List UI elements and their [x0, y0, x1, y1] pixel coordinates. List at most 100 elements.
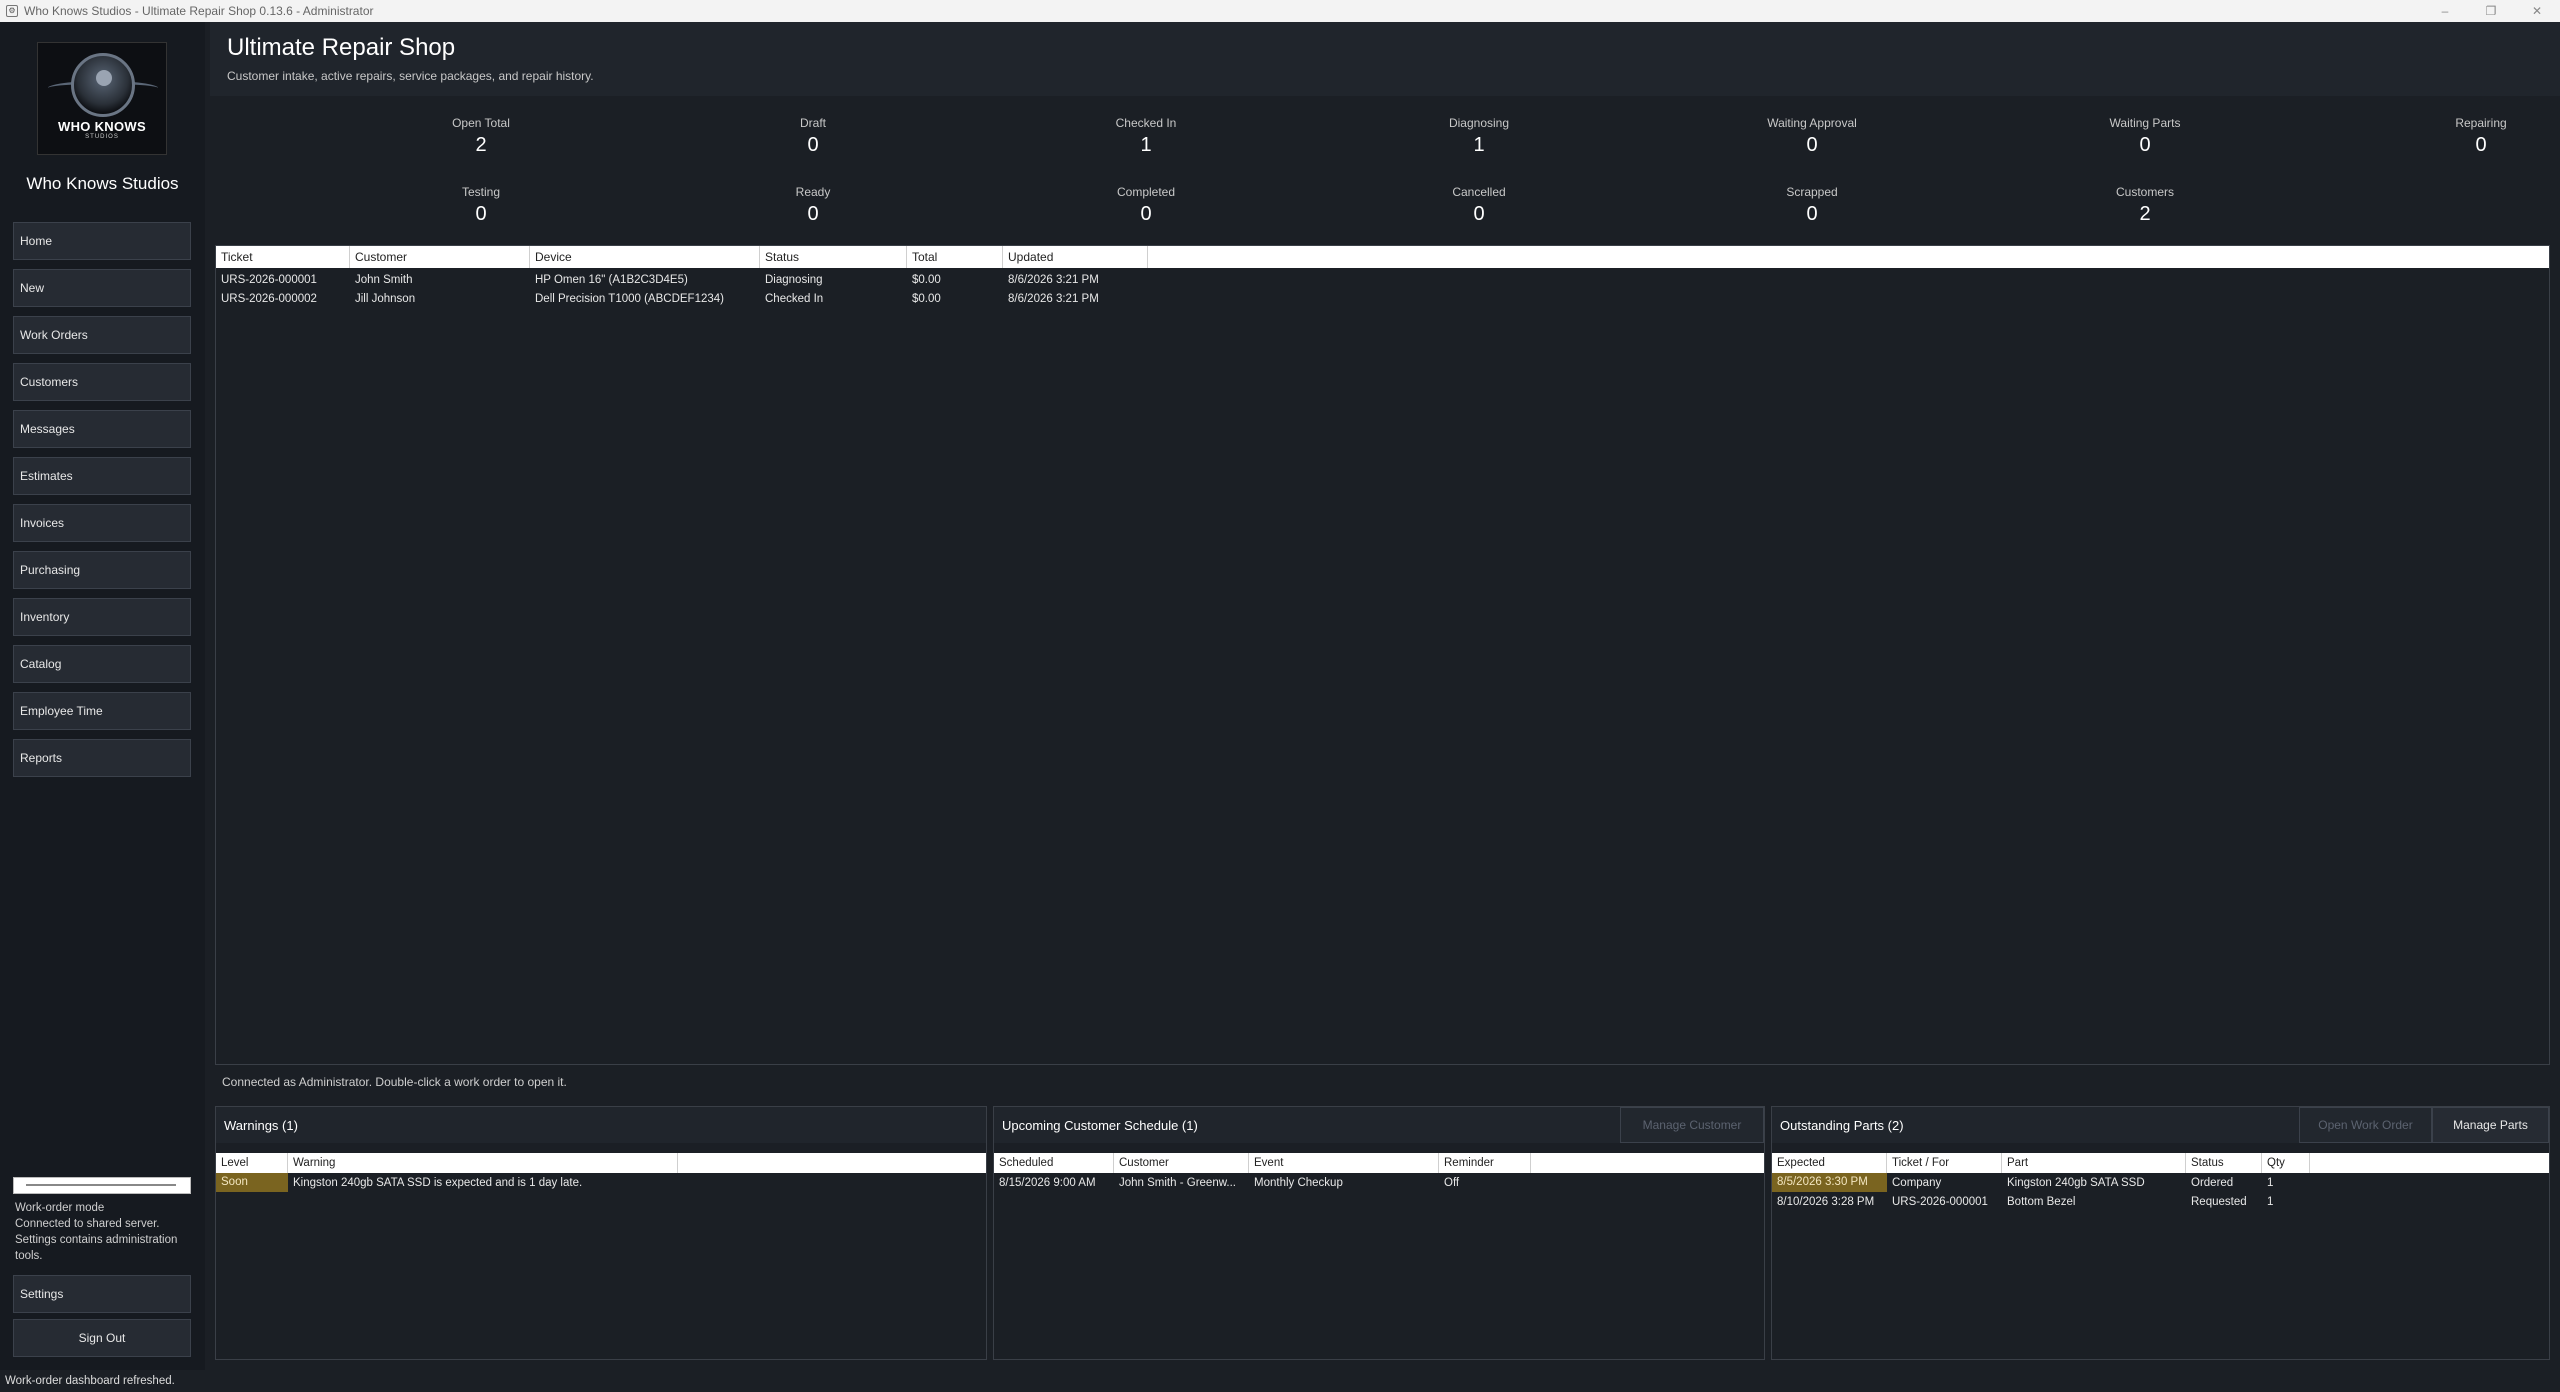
- stat-customers: Customers 2: [2045, 185, 2245, 226]
- settings-button[interactable]: Settings: [13, 1275, 191, 1313]
- column-header-customer[interactable]: Customer: [1114, 1153, 1249, 1173]
- column-header-warning[interactable]: Warning: [288, 1153, 678, 1173]
- nav-new-button[interactable]: New: [13, 269, 191, 307]
- column-header-updated[interactable]: Updated: [1003, 246, 1148, 268]
- ticket-cell: URS-2026-000002: [221, 292, 317, 305]
- nav-employee-time-button[interactable]: Employee Time: [13, 692, 191, 730]
- table-row[interactable]: URS-2026-000001 John Smith HP Omen 16" (…: [216, 270, 2549, 289]
- stat-completed: Completed 0: [1046, 185, 1246, 226]
- column-header-total[interactable]: Total: [907, 246, 1003, 268]
- column-header-ticket[interactable]: Ticket: [216, 246, 350, 268]
- column-header-customer[interactable]: Customer: [350, 246, 530, 268]
- column-header-level[interactable]: Level: [216, 1153, 288, 1173]
- parts-panel: Outstanding Parts (2) Open Work Order Ma…: [1771, 1106, 2550, 1360]
- window-controls: – ❐ ✕: [2422, 0, 2560, 22]
- stat-label: Waiting Parts: [2109, 116, 2181, 130]
- stat-label: Cancelled: [1452, 185, 1506, 199]
- table-row[interactable]: 8/5/2026 3:30 PM Company Kingston 240gb …: [1772, 1173, 2549, 1192]
- column-header-reminder[interactable]: Reminder: [1439, 1153, 1531, 1173]
- customer-cell: John Smith - Greenw...: [1119, 1176, 1236, 1189]
- table-row[interactable]: 8/10/2026 3:28 PM URS-2026-000001 Bottom…: [1772, 1192, 2549, 1211]
- minimize-icon[interactable]: –: [2422, 0, 2468, 22]
- column-header-ticket-for[interactable]: Ticket / For: [1887, 1153, 2002, 1173]
- table-row[interactable]: Soon Kingston 240gb SATA SSD is expected…: [216, 1173, 986, 1192]
- connection-info: Work-order mode Connected to shared serv…: [15, 1200, 200, 1264]
- sign-out-button[interactable]: Sign Out: [13, 1319, 191, 1357]
- column-header-status[interactable]: Status: [2186, 1153, 2262, 1173]
- stat-label: Testing: [461, 185, 501, 199]
- status-bar: Work-order dashboard refreshed.: [0, 1370, 2560, 1392]
- nav-messages-button[interactable]: Messages: [13, 410, 191, 448]
- page-title: Ultimate Repair Shop: [227, 34, 456, 61]
- stat-waiting-approval: Waiting Approval 0: [1712, 116, 1912, 157]
- stat-value: 0: [807, 134, 819, 156]
- stat-label: Open Total: [452, 116, 510, 130]
- warnings-title: Warnings (1): [224, 1117, 298, 1133]
- connection-hint: Connected as Administrator. Double-click…: [222, 1075, 567, 1089]
- stat-label: Customers: [2115, 185, 2174, 199]
- nav-home-button[interactable]: Home: [13, 222, 191, 260]
- column-header-event[interactable]: Event: [1249, 1153, 1439, 1173]
- device-cell: Dell Precision T1000 (ABCDEF1234): [535, 292, 724, 305]
- ticket-cell: URS-2026-000001: [221, 273, 317, 286]
- level-cell: Soon: [216, 1173, 288, 1192]
- stat-value: 0: [1806, 134, 1818, 156]
- ticket-for-cell: URS-2026-000001: [1892, 1195, 1988, 1208]
- column-header-expected[interactable]: Expected: [1772, 1153, 1887, 1173]
- nav-estimates-button[interactable]: Estimates: [13, 457, 191, 495]
- column-header-qty[interactable]: Qty: [2262, 1153, 2310, 1173]
- column-header-scheduled[interactable]: Scheduled: [994, 1153, 1114, 1173]
- schedule-panel: Upcoming Customer Schedule (1) Manage Cu…: [993, 1106, 1765, 1360]
- stat-value: 1: [1140, 134, 1152, 156]
- stat-value: 0: [1806, 203, 1818, 225]
- nav-catalog-button[interactable]: Catalog: [13, 645, 191, 683]
- nav-work-orders-button[interactable]: Work Orders: [13, 316, 191, 354]
- logo-text: WHO KNOWS: [58, 119, 146, 134]
- column-header-part[interactable]: Part: [2002, 1153, 2186, 1173]
- warnings-panel-header: Warnings (1): [216, 1107, 986, 1143]
- column-header-device[interactable]: Device: [530, 246, 760, 268]
- stat-value: 2: [475, 134, 487, 156]
- settings-hint-text: Settings contains administration tools.: [15, 1234, 178, 1262]
- column-header-status[interactable]: Status: [760, 246, 907, 268]
- stat-label: Ready: [795, 185, 831, 199]
- manage-parts-button[interactable]: Manage Parts: [2432, 1107, 2549, 1143]
- table-row[interactable]: 8/15/2026 9:00 AM John Smith - Greenw...…: [994, 1173, 1764, 1192]
- server-text: Connected to shared server.: [15, 1218, 160, 1230]
- stat-checked-in: Checked In 1: [1046, 116, 1246, 157]
- warnings-table-header: Level Warning: [216, 1153, 986, 1173]
- manage-customer-button[interactable]: Manage Customer: [1620, 1107, 1764, 1143]
- title-bar: ⚙ Who Knows Studios - Ultimate Repair Sh…: [0, 0, 2560, 22]
- page-header: Ultimate Repair Shop Customer intake, ac…: [210, 22, 2560, 96]
- ticket-for-cell: Company: [1892, 1176, 1942, 1189]
- part-cell: Kingston 240gb SATA SSD: [2007, 1176, 2145, 1189]
- stat-value: 0: [807, 203, 819, 225]
- table-row[interactable]: URS-2026-000002 Jill Johnson Dell Precis…: [216, 289, 2549, 308]
- status-cell: Ordered: [2191, 1176, 2234, 1189]
- stat-value: 0: [2139, 134, 2151, 156]
- schedule-title: Upcoming Customer Schedule (1): [1002, 1117, 1198, 1133]
- stat-value: 2: [2139, 203, 2151, 225]
- parts-table-header: Expected Ticket / For Part Status Qty: [1772, 1153, 2549, 1173]
- stat-label: Checked In: [1115, 116, 1177, 130]
- qty-cell: 1: [2267, 1176, 2274, 1189]
- progress-bar-fill: [26, 1184, 176, 1186]
- nav-invoices-button[interactable]: Invoices: [13, 504, 191, 542]
- nav-customers-button[interactable]: Customers: [13, 363, 191, 401]
- status-cell: Checked In: [765, 292, 824, 305]
- nav-reports-button[interactable]: Reports: [13, 739, 191, 777]
- work-orders-table[interactable]: Ticket Customer Device Status Total Upda…: [215, 245, 2550, 1065]
- close-icon[interactable]: ✕: [2514, 0, 2560, 22]
- total-cell: $0.00: [912, 292, 941, 305]
- event-cell: Monthly Checkup: [1254, 1176, 1343, 1189]
- nav-purchasing-button[interactable]: Purchasing: [13, 551, 191, 589]
- parts-title: Outstanding Parts (2): [1780, 1117, 1904, 1133]
- restore-icon[interactable]: ❐: [2468, 0, 2514, 22]
- stat-draft: Draft 0: [713, 116, 913, 157]
- company-name: Who Knows Studios: [26, 174, 179, 193]
- status-cell: Diagnosing: [765, 273, 823, 286]
- open-work-order-button[interactable]: Open Work Order: [2299, 1107, 2432, 1143]
- expected-cell: 8/5/2026 3:30 PM: [1772, 1173, 1887, 1192]
- nav-inventory-button[interactable]: Inventory: [13, 598, 191, 636]
- warning-cell: Kingston 240gb SATA SSD is expected and …: [293, 1176, 583, 1189]
